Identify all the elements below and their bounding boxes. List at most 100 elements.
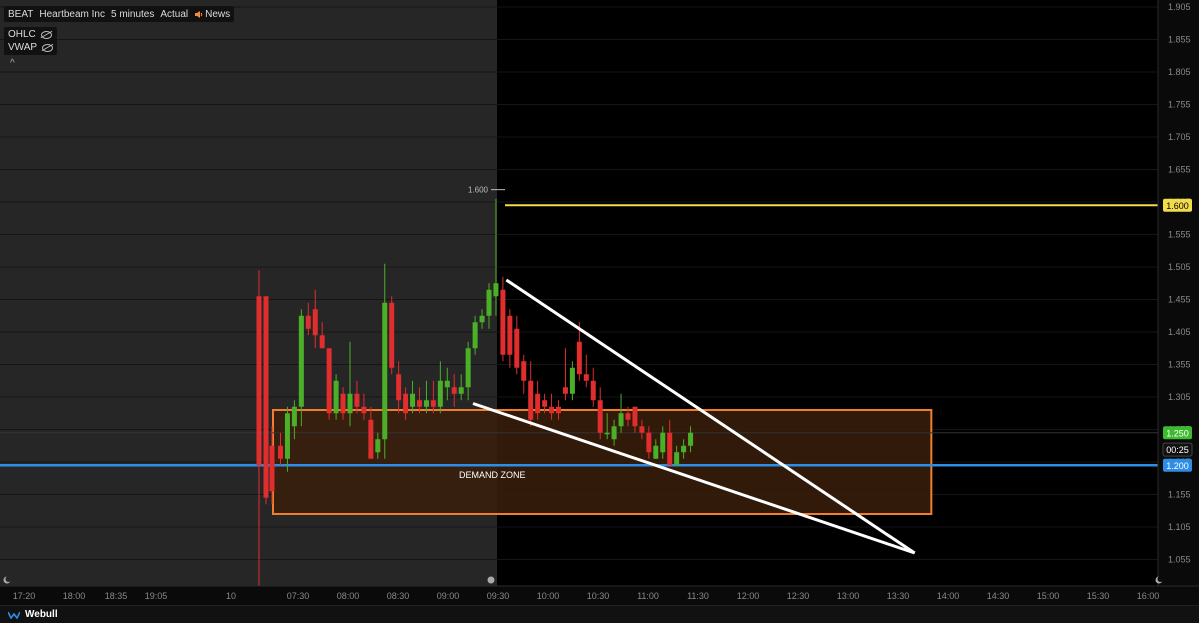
ticker-symbol[interactable]: BEAT [8, 9, 33, 20]
price-tick-label: 1.105 [1168, 522, 1191, 532]
time-tick-label: 15:30 [1087, 591, 1110, 601]
ticker-header[interactable]: BEAT Heartbeam Inc 5 minutes Actual News [4, 6, 235, 22]
candle-body [284, 413, 290, 459]
time-tick-label: 10 [226, 591, 236, 601]
interval-selector[interactable]: 5 minutes [111, 9, 154, 20]
news-button[interactable]: News [194, 9, 230, 20]
candle-body [263, 296, 269, 498]
candle-body [340, 393, 346, 414]
price-tick-label: 1.355 [1168, 360, 1191, 370]
collapse-indicators-button[interactable]: ^ [10, 58, 15, 69]
eye-hidden-icon[interactable] [42, 43, 54, 52]
price-tick-label: 1.655 [1168, 165, 1191, 175]
candle-body [618, 413, 624, 427]
time-tick-label: 09:30 [487, 591, 510, 601]
price-tick-label: 1.705 [1168, 132, 1191, 142]
indicator-ohlc[interactable]: OHLC [8, 28, 53, 41]
candle-body [611, 426, 617, 440]
badge-label: 00:25 [1166, 445, 1189, 455]
candle-body [674, 452, 680, 466]
countdown-price-badge: 00:25 [1162, 442, 1193, 457]
candle-body [423, 400, 429, 407]
candle-body [542, 400, 548, 407]
candle-body [625, 413, 631, 420]
candle-body [403, 393, 409, 414]
price-tick-label: 1.505 [1168, 262, 1191, 272]
down-candle [597, 387, 603, 440]
candle-body [368, 419, 374, 459]
price-tick-label: 1.155 [1168, 490, 1191, 500]
price-tick-label: 1.405 [1168, 327, 1191, 337]
price-tick-label: 1.755 [1168, 100, 1191, 110]
down-candle [389, 296, 395, 375]
price-tick-label: 1.905 [1168, 2, 1191, 12]
down-candle [521, 354, 527, 394]
price-tick-label: 1.855 [1168, 35, 1191, 45]
time-tick-label: 19:05 [145, 591, 168, 601]
candle-body [444, 380, 450, 388]
support-price-badge: 1.200 [1163, 458, 1192, 472]
candle-body [549, 406, 555, 414]
indicator-vwap[interactable]: VWAP [8, 41, 54, 54]
candle-body [535, 393, 541, 414]
up-candle [333, 374, 339, 420]
down-candle [562, 348, 568, 401]
candle-body [688, 432, 694, 446]
down-candle [507, 309, 513, 368]
candle-body [528, 380, 534, 420]
resistance-price-badge: 1.600 [1163, 198, 1192, 212]
candle-body [375, 439, 381, 453]
time-tick-label: 18:35 [105, 591, 128, 601]
footer: Webull [0, 605, 1199, 623]
down-candle [514, 315, 520, 375]
time-tick-label: 17:20 [13, 591, 36, 601]
time-tick-label: 13:30 [887, 591, 910, 601]
candle-body [312, 309, 318, 336]
candle-body [305, 315, 311, 329]
price-tick-label: 1.055 [1168, 555, 1191, 565]
candle-body [333, 380, 339, 414]
candle-body [507, 315, 513, 355]
candle-body [660, 432, 666, 453]
badge-label: 1.250 [1166, 428, 1189, 438]
candle-body [576, 341, 582, 375]
down-candle [326, 348, 332, 420]
time-tick-label: 15:00 [1037, 591, 1060, 601]
candle-body [590, 380, 596, 401]
down-candle [263, 296, 269, 505]
candle-body [326, 348, 332, 414]
price-tick-label: 1.455 [1168, 295, 1191, 305]
candle-body [639, 426, 645, 433]
time-tick-label: 14:30 [987, 591, 1010, 601]
candle-body [451, 387, 457, 394]
candle-body [396, 374, 402, 401]
time-tick-label: 10:30 [587, 591, 610, 601]
time-tick-label: 12:00 [737, 591, 760, 601]
candle-body [646, 432, 652, 453]
candle-body [569, 367, 575, 394]
company-name: Heartbeam Inc [39, 8, 105, 20]
speaker-icon [195, 10, 203, 18]
price-chart[interactable]: DEMAND ZONE 1.600 1.905 1.855 1.805 1.755 1.… [0, 0, 1199, 623]
candle-body [493, 283, 499, 297]
sun-icon[interactable] [487, 576, 495, 584]
candle-body [514, 328, 520, 368]
candle-body [479, 315, 485, 323]
time-tick-label: 08:30 [387, 591, 410, 601]
indicator-list: OHLC VWAP [4, 27, 58, 55]
badge-label: 1.200 [1166, 461, 1189, 471]
candle-body [521, 361, 527, 381]
down-candle [528, 361, 534, 427]
candle-body [319, 335, 325, 349]
eye-hidden-icon[interactable] [40, 30, 52, 39]
price-mode[interactable]: Actual [160, 9, 188, 20]
news-label: News [205, 8, 231, 20]
time-tick-label: 10:00 [537, 591, 560, 601]
candle-body [486, 289, 492, 316]
footer-brand: Webull [25, 609, 58, 620]
candle-body [597, 400, 603, 433]
candle-body [361, 406, 367, 414]
price-tick-label: 1.805 [1168, 67, 1191, 77]
indicator-label: VWAP [8, 42, 38, 53]
time-tick-label: 12:30 [787, 591, 810, 601]
